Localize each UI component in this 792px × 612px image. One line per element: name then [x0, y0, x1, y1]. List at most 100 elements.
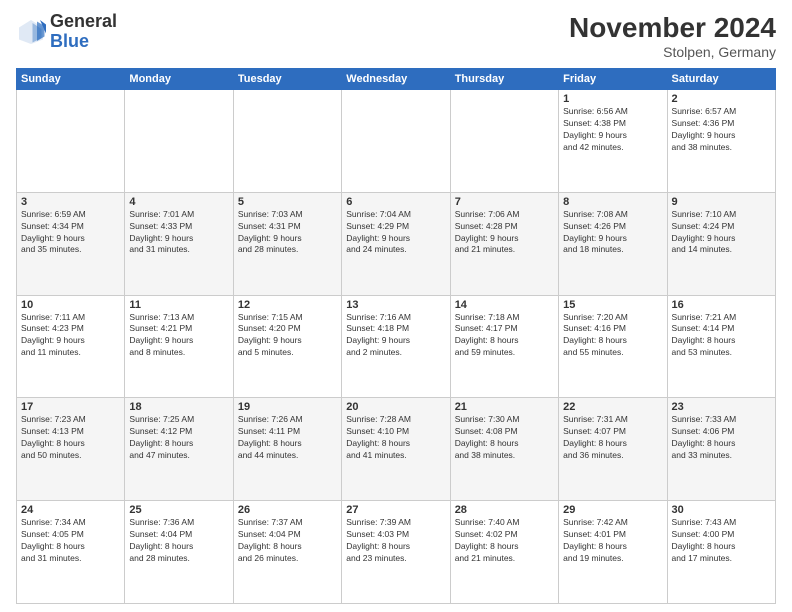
cell-4-0: 24Sunrise: 7:34 AM Sunset: 4:05 PM Dayli…	[17, 501, 125, 604]
cell-1-4: 7Sunrise: 7:06 AM Sunset: 4:28 PM Daylig…	[450, 192, 558, 295]
day-number-3-1: 18	[129, 401, 228, 413]
page: General Blue November 2024 Stolpen, Germ…	[0, 0, 792, 612]
day-number-4-6: 30	[672, 504, 771, 516]
day-info-1-0: Sunrise: 6:59 AM Sunset: 4:34 PM Dayligh…	[21, 209, 120, 257]
day-info-4-5: Sunrise: 7:42 AM Sunset: 4:01 PM Dayligh…	[563, 517, 662, 565]
day-number-3-5: 22	[563, 401, 662, 413]
day-info-3-0: Sunrise: 7:23 AM Sunset: 4:13 PM Dayligh…	[21, 414, 120, 462]
cell-4-2: 26Sunrise: 7:37 AM Sunset: 4:04 PM Dayli…	[233, 501, 341, 604]
header-friday: Friday	[559, 69, 667, 90]
cell-0-1	[125, 90, 233, 193]
cell-2-1: 11Sunrise: 7:13 AM Sunset: 4:21 PM Dayli…	[125, 295, 233, 398]
day-info-3-5: Sunrise: 7:31 AM Sunset: 4:07 PM Dayligh…	[563, 414, 662, 462]
day-number-4-5: 29	[563, 504, 662, 516]
day-info-0-6: Sunrise: 6:57 AM Sunset: 4:36 PM Dayligh…	[672, 106, 771, 154]
day-info-4-4: Sunrise: 7:40 AM Sunset: 4:02 PM Dayligh…	[455, 517, 554, 565]
cell-4-5: 29Sunrise: 7:42 AM Sunset: 4:01 PM Dayli…	[559, 501, 667, 604]
cell-3-5: 22Sunrise: 7:31 AM Sunset: 4:07 PM Dayli…	[559, 398, 667, 501]
week-row-4: 24Sunrise: 7:34 AM Sunset: 4:05 PM Dayli…	[17, 501, 776, 604]
week-row-1: 3Sunrise: 6:59 AM Sunset: 4:34 PM Daylig…	[17, 192, 776, 295]
title-block: November 2024 Stolpen, Germany	[569, 12, 776, 60]
cell-1-5: 8Sunrise: 7:08 AM Sunset: 4:26 PM Daylig…	[559, 192, 667, 295]
day-number-1-3: 6	[346, 196, 445, 208]
month-title: November 2024	[569, 12, 776, 44]
day-number-3-4: 21	[455, 401, 554, 413]
day-info-1-4: Sunrise: 7:06 AM Sunset: 4:28 PM Dayligh…	[455, 209, 554, 257]
logo-text: General Blue	[50, 12, 117, 52]
cell-1-3: 6Sunrise: 7:04 AM Sunset: 4:29 PM Daylig…	[342, 192, 450, 295]
header-saturday: Saturday	[667, 69, 775, 90]
cell-3-3: 20Sunrise: 7:28 AM Sunset: 4:10 PM Dayli…	[342, 398, 450, 501]
cell-4-1: 25Sunrise: 7:36 AM Sunset: 4:04 PM Dayli…	[125, 501, 233, 604]
day-info-1-5: Sunrise: 7:08 AM Sunset: 4:26 PM Dayligh…	[563, 209, 662, 257]
day-info-4-0: Sunrise: 7:34 AM Sunset: 4:05 PM Dayligh…	[21, 517, 120, 565]
cell-3-2: 19Sunrise: 7:26 AM Sunset: 4:11 PM Dayli…	[233, 398, 341, 501]
cell-2-0: 10Sunrise: 7:11 AM Sunset: 4:23 PM Dayli…	[17, 295, 125, 398]
day-number-4-3: 27	[346, 504, 445, 516]
day-info-4-6: Sunrise: 7:43 AM Sunset: 4:00 PM Dayligh…	[672, 517, 771, 565]
cell-0-3	[342, 90, 450, 193]
cell-3-1: 18Sunrise: 7:25 AM Sunset: 4:12 PM Dayli…	[125, 398, 233, 501]
cell-0-4	[450, 90, 558, 193]
day-info-1-1: Sunrise: 7:01 AM Sunset: 4:33 PM Dayligh…	[129, 209, 228, 257]
cell-2-6: 16Sunrise: 7:21 AM Sunset: 4:14 PM Dayli…	[667, 295, 775, 398]
day-info-3-2: Sunrise: 7:26 AM Sunset: 4:11 PM Dayligh…	[238, 414, 337, 462]
header-wednesday: Wednesday	[342, 69, 450, 90]
day-info-3-6: Sunrise: 7:33 AM Sunset: 4:06 PM Dayligh…	[672, 414, 771, 462]
day-info-2-4: Sunrise: 7:18 AM Sunset: 4:17 PM Dayligh…	[455, 312, 554, 360]
cell-1-2: 5Sunrise: 7:03 AM Sunset: 4:31 PM Daylig…	[233, 192, 341, 295]
day-info-1-2: Sunrise: 7:03 AM Sunset: 4:31 PM Dayligh…	[238, 209, 337, 257]
day-number-2-4: 14	[455, 299, 554, 311]
cell-3-4: 21Sunrise: 7:30 AM Sunset: 4:08 PM Dayli…	[450, 398, 558, 501]
day-number-3-3: 20	[346, 401, 445, 413]
day-number-2-1: 11	[129, 299, 228, 311]
logo-icon	[16, 17, 46, 47]
location-subtitle: Stolpen, Germany	[569, 44, 776, 60]
day-number-3-6: 23	[672, 401, 771, 413]
header: General Blue November 2024 Stolpen, Germ…	[16, 12, 776, 60]
cell-1-1: 4Sunrise: 7:01 AM Sunset: 4:33 PM Daylig…	[125, 192, 233, 295]
day-info-3-1: Sunrise: 7:25 AM Sunset: 4:12 PM Dayligh…	[129, 414, 228, 462]
cell-3-6: 23Sunrise: 7:33 AM Sunset: 4:06 PM Dayli…	[667, 398, 775, 501]
day-number-1-4: 7	[455, 196, 554, 208]
day-number-3-2: 19	[238, 401, 337, 413]
day-info-2-3: Sunrise: 7:16 AM Sunset: 4:18 PM Dayligh…	[346, 312, 445, 360]
logo: General Blue	[16, 12, 117, 52]
day-number-4-0: 24	[21, 504, 120, 516]
weekday-header-row: Sunday Monday Tuesday Wednesday Thursday…	[17, 69, 776, 90]
cell-0-2	[233, 90, 341, 193]
day-number-2-6: 16	[672, 299, 771, 311]
logo-blue: Blue	[50, 31, 89, 51]
cell-2-4: 14Sunrise: 7:18 AM Sunset: 4:17 PM Dayli…	[450, 295, 558, 398]
day-info-4-3: Sunrise: 7:39 AM Sunset: 4:03 PM Dayligh…	[346, 517, 445, 565]
cell-2-5: 15Sunrise: 7:20 AM Sunset: 4:16 PM Dayli…	[559, 295, 667, 398]
day-info-1-3: Sunrise: 7:04 AM Sunset: 4:29 PM Dayligh…	[346, 209, 445, 257]
day-info-2-0: Sunrise: 7:11 AM Sunset: 4:23 PM Dayligh…	[21, 312, 120, 360]
day-info-2-5: Sunrise: 7:20 AM Sunset: 4:16 PM Dayligh…	[563, 312, 662, 360]
day-number-4-2: 26	[238, 504, 337, 516]
cell-4-6: 30Sunrise: 7:43 AM Sunset: 4:00 PM Dayli…	[667, 501, 775, 604]
day-number-2-2: 12	[238, 299, 337, 311]
header-thursday: Thursday	[450, 69, 558, 90]
cell-0-6: 2Sunrise: 6:57 AM Sunset: 4:36 PM Daylig…	[667, 90, 775, 193]
day-info-2-2: Sunrise: 7:15 AM Sunset: 4:20 PM Dayligh…	[238, 312, 337, 360]
cell-4-4: 28Sunrise: 7:40 AM Sunset: 4:02 PM Dayli…	[450, 501, 558, 604]
cell-3-0: 17Sunrise: 7:23 AM Sunset: 4:13 PM Dayli…	[17, 398, 125, 501]
week-row-2: 10Sunrise: 7:11 AM Sunset: 4:23 PM Dayli…	[17, 295, 776, 398]
cell-4-3: 27Sunrise: 7:39 AM Sunset: 4:03 PM Dayli…	[342, 501, 450, 604]
header-tuesday: Tuesday	[233, 69, 341, 90]
day-info-4-1: Sunrise: 7:36 AM Sunset: 4:04 PM Dayligh…	[129, 517, 228, 565]
week-row-3: 17Sunrise: 7:23 AM Sunset: 4:13 PM Dayli…	[17, 398, 776, 501]
day-info-4-2: Sunrise: 7:37 AM Sunset: 4:04 PM Dayligh…	[238, 517, 337, 565]
day-number-0-5: 1	[563, 93, 662, 105]
week-row-0: 1Sunrise: 6:56 AM Sunset: 4:38 PM Daylig…	[17, 90, 776, 193]
day-info-3-4: Sunrise: 7:30 AM Sunset: 4:08 PM Dayligh…	[455, 414, 554, 462]
calendar-table: Sunday Monday Tuesday Wednesday Thursday…	[16, 68, 776, 604]
cell-1-0: 3Sunrise: 6:59 AM Sunset: 4:34 PM Daylig…	[17, 192, 125, 295]
day-number-1-5: 8	[563, 196, 662, 208]
cell-2-2: 12Sunrise: 7:15 AM Sunset: 4:20 PM Dayli…	[233, 295, 341, 398]
day-info-1-6: Sunrise: 7:10 AM Sunset: 4:24 PM Dayligh…	[672, 209, 771, 257]
day-info-0-5: Sunrise: 6:56 AM Sunset: 4:38 PM Dayligh…	[563, 106, 662, 154]
day-number-1-1: 4	[129, 196, 228, 208]
day-info-2-6: Sunrise: 7:21 AM Sunset: 4:14 PM Dayligh…	[672, 312, 771, 360]
